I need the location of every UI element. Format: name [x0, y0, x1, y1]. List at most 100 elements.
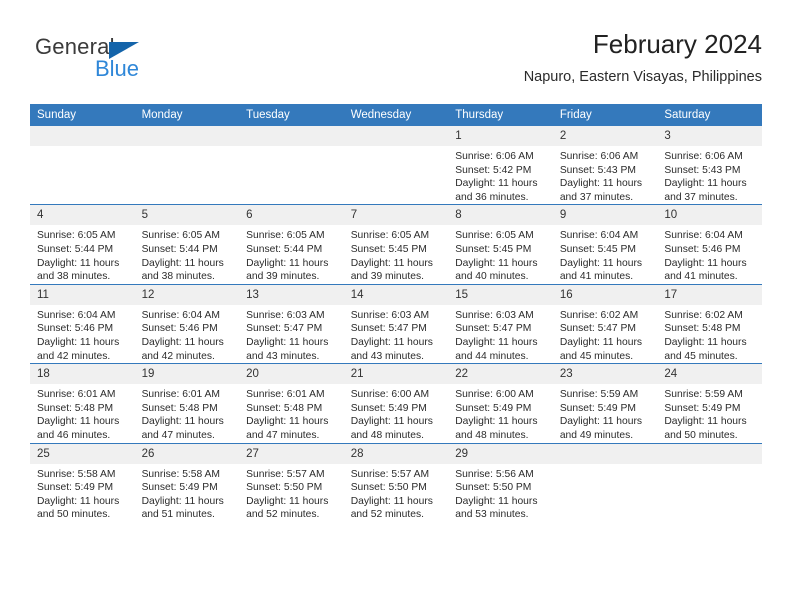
day-daylight-line2-text: and 36 minutes.: [455, 191, 529, 203]
day-sunset-text: Sunset: 5:45 PM: [559, 243, 636, 255]
calendar-day-cell[interactable]: 1 Sunrise: 6:06 AM Sunset: 5:42 PM Daylight…: [448, 126, 553, 205]
day-number: 28: [343, 443, 449, 464]
day-sunset-text: Sunset: 5:50 PM: [350, 482, 427, 494]
calendar-day-cell[interactable]: 18 Sunrise: 6:01 AM Sunset: 5:48 PM Dayligh…: [30, 363, 135, 443]
day-daylight-line1-text: Daylight: 11 hours: [350, 257, 433, 269]
calendar-day-cell[interactable]: 26 Sunrise: 5:58 AM Sunset: 5:49 PM Dayligh…: [134, 442, 240, 522]
day-daylight-line2-text: and 45 minutes.: [559, 350, 634, 362]
calendar-day-cell[interactable]: 6 Sunrise: 6:05 AM Sunset: 5:44 PM Daylight…: [239, 204, 344, 285]
day-number: 9: [552, 205, 658, 226]
calendar-body: 1 Sunrise: 6:06 AM Sunset: 5:42 PM Daylight…: [30, 126, 762, 522]
calendar-day-cell[interactable]: 27 Sunrise: 5:57 AM Sunset: 5:50 PM Dayligh…: [239, 442, 344, 522]
day-daylight-line2-text: and 42 minutes.: [141, 350, 215, 362]
day-sunset-text: Sunset: 5:43 PM: [559, 164, 636, 176]
day-sun-info: Sunrise: 6:06 AM Sunset: 5:43 PM Daylight:…: [553, 146, 658, 204]
day-sunset-text: Sunset: 5:50 PM: [246, 482, 323, 494]
calendar-day-cell[interactable]: 23 Sunrise: 5:59 AM Sunset: 5:49 PM Dayligh…: [552, 363, 658, 443]
day-number: 16: [552, 284, 658, 305]
calendar-day-cell[interactable]: 9 Sunrise: 6:04 AM Sunset: 5:45 PM Daylight…: [552, 204, 658, 285]
day-daylight-line2-text: and 49 minutes.: [559, 429, 634, 441]
calendar-day-cell[interactable]: 12 Sunrise: 6:04 AM Sunset: 5:46 PM Dayligh…: [134, 283, 240, 364]
day-daylight-line1-text: Daylight: 11 hours: [350, 416, 433, 428]
calendar-day-cell[interactable]: 8 Sunrise: 6:05 AM Sunset: 5:45 PM Daylight…: [448, 204, 553, 285]
day-sun-info: Sunrise: 6:03 AM Sunset: 5:47 PM Daylight:…: [239, 305, 344, 363]
day-sun-info: Sunrise: 6:02 AM Sunset: 5:48 PM Daylight:…: [657, 305, 762, 363]
calendar-day-cell[interactable]: 15 Sunrise: 6:03 AM Sunset: 5:47 PM Dayligh…: [448, 283, 553, 364]
day-sunrise-text: Sunrise: 6:05 AM: [455, 230, 534, 242]
day-daylight-line2-text: and 43 minutes.: [246, 350, 320, 362]
day-daylight-line1-text: Daylight: 11 hours: [350, 495, 433, 507]
day-sunset-text: Sunset: 5:44 PM: [37, 243, 114, 255]
day-sun-info: Sunrise: 6:05 AM Sunset: 5:44 PM Daylight:…: [135, 225, 240, 283]
day-daylight-line1-text: Daylight: 11 hours: [455, 178, 538, 190]
day-daylight-line2-text: and 50 minutes.: [664, 429, 738, 441]
calendar-day-cell[interactable]: 2 Sunrise: 6:06 AM Sunset: 5:43 PM Daylight…: [552, 126, 658, 205]
day-daylight-line1-text: Daylight: 11 hours: [37, 495, 120, 507]
calendar-day-cell-empty: [657, 442, 762, 522]
day-daylight-line2-text: and 40 minutes.: [455, 271, 529, 283]
day-number: 15: [448, 284, 553, 305]
calendar-day-cell[interactable]: 16 Sunrise: 6:02 AM Sunset: 5:47 PM Dayligh…: [552, 283, 658, 364]
calendar-day-cell[interactable]: 29 Sunrise: 5:56 AM Sunset: 5:50 PM Dayligh…: [448, 442, 553, 522]
day-daylight-line1-text: Daylight: 11 hours: [141, 336, 224, 348]
day-daylight-line1-text: Daylight: 11 hours: [664, 416, 747, 428]
general-blue-logo[interactable]: General Blue: [35, 34, 235, 92]
calendar-day-cell[interactable]: 4 Sunrise: 6:05 AM Sunset: 5:44 PM Daylight…: [30, 204, 135, 285]
calendar-day-cell[interactable]: 10 Sunrise: 6:04 AM Sunset: 5:46 PM Dayligh…: [657, 204, 762, 285]
calendar-day-cell[interactable]: 7 Sunrise: 6:05 AM Sunset: 5:45 PM Daylight…: [343, 204, 449, 285]
day-sun-info: [135, 146, 240, 150]
calendar-table: Sunday Monday Tuesday Wednesday Thursday…: [30, 104, 762, 522]
day-sunset-text: Sunset: 5:44 PM: [141, 243, 218, 255]
day-daylight-line2-text: and 50 minutes.: [37, 509, 111, 521]
calendar-day-cell[interactable]: 14 Sunrise: 6:03 AM Sunset: 5:47 PM Dayligh…: [343, 283, 449, 364]
day-sun-info: [657, 464, 762, 468]
page-header: General Blue February 2024 Napuro, Easte…: [30, 28, 762, 98]
day-number: [657, 443, 762, 464]
day-number: 18: [30, 364, 135, 385]
day-daylight-line1-text: Daylight: 11 hours: [246, 495, 329, 507]
calendar-day-cell[interactable]: 22 Sunrise: 6:00 AM Sunset: 5:49 PM Dayligh…: [448, 363, 553, 443]
day-sunset-text: Sunset: 5:50 PM: [455, 482, 532, 494]
day-sunset-text: Sunset: 5:45 PM: [455, 243, 532, 255]
day-sunrise-text: Sunrise: 6:03 AM: [246, 309, 325, 321]
day-number: 25: [30, 443, 135, 464]
day-daylight-line2-text: and 41 minutes.: [664, 271, 738, 283]
day-sunset-text: Sunset: 5:47 PM: [559, 323, 636, 335]
day-sun-info: [30, 146, 135, 150]
calendar-day-cell[interactable]: 28 Sunrise: 5:57 AM Sunset: 5:50 PM Dayligh…: [343, 442, 449, 522]
weekday-header-thursday: Thursday: [448, 104, 553, 126]
day-sun-info: Sunrise: 6:02 AM Sunset: 5:47 PM Daylight:…: [553, 305, 658, 363]
day-sun-info: Sunrise: 6:06 AM Sunset: 5:42 PM Daylight:…: [448, 146, 553, 204]
day-daylight-line2-text: and 53 minutes.: [455, 509, 529, 521]
day-sun-info: Sunrise: 5:59 AM Sunset: 5:49 PM Daylight:…: [657, 384, 762, 442]
day-sunrise-text: Sunrise: 5:56 AM: [455, 468, 534, 480]
day-number: 3: [657, 126, 762, 146]
calendar-day-cell[interactable]: 3 Sunrise: 6:06 AM Sunset: 5:43 PM Daylight…: [657, 126, 762, 205]
calendar-day-cell[interactable]: 13 Sunrise: 6:03 AM Sunset: 5:47 PM Dayligh…: [239, 283, 344, 364]
calendar-day-cell[interactable]: 21 Sunrise: 6:00 AM Sunset: 5:49 PM Dayligh…: [343, 363, 449, 443]
calendar-day-cell[interactable]: 25 Sunrise: 5:58 AM Sunset: 5:49 PM Dayligh…: [30, 442, 135, 522]
day-sun-info: Sunrise: 6:05 AM Sunset: 5:45 PM Daylight:…: [344, 225, 449, 283]
calendar-page: General Blue February 2024 Napuro, Easte…: [0, 0, 792, 612]
weekday-header-friday: Friday: [552, 104, 658, 126]
calendar-day-cell[interactable]: 5 Sunrise: 6:05 AM Sunset: 5:44 PM Daylight…: [134, 204, 240, 285]
day-sun-info: Sunrise: 6:05 AM Sunset: 5:45 PM Daylight:…: [448, 225, 553, 283]
calendar-day-cell[interactable]: 24 Sunrise: 5:59 AM Sunset: 5:49 PM Dayligh…: [657, 363, 762, 443]
day-number: 24: [657, 364, 762, 385]
calendar-day-cell[interactable]: 11 Sunrise: 6:04 AM Sunset: 5:46 PM Dayligh…: [30, 283, 135, 364]
location-subtitle: Napuro, Eastern Visayas, Philippines: [523, 69, 762, 85]
day-sunset-text: Sunset: 5:45 PM: [350, 243, 427, 255]
day-sun-info: Sunrise: 6:01 AM Sunset: 5:48 PM Daylight:…: [239, 384, 344, 442]
day-sunrise-text: Sunrise: 6:04 AM: [37, 309, 116, 321]
day-number: 7: [343, 205, 449, 226]
day-daylight-line1-text: Daylight: 11 hours: [350, 336, 433, 348]
day-daylight-line2-text: and 48 minutes.: [455, 429, 529, 441]
calendar-day-cell[interactable]: 19 Sunrise: 6:01 AM Sunset: 5:48 PM Dayligh…: [134, 363, 240, 443]
calendar-day-cell[interactable]: 20 Sunrise: 6:01 AM Sunset: 5:48 PM Dayligh…: [239, 363, 344, 443]
calendar-day-cell[interactable]: 17 Sunrise: 6:02 AM Sunset: 5:48 PM Dayligh…: [657, 283, 762, 364]
calendar-week-row: 18 Sunrise: 6:01 AM Sunset: 5:48 PM Dayligh…: [30, 363, 762, 443]
weekday-header-saturday: Saturday: [657, 104, 762, 126]
day-daylight-line1-text: Daylight: 11 hours: [246, 336, 329, 348]
day-sunset-text: Sunset: 5:46 PM: [141, 323, 218, 335]
day-daylight-line2-text: and 41 minutes.: [559, 271, 634, 283]
